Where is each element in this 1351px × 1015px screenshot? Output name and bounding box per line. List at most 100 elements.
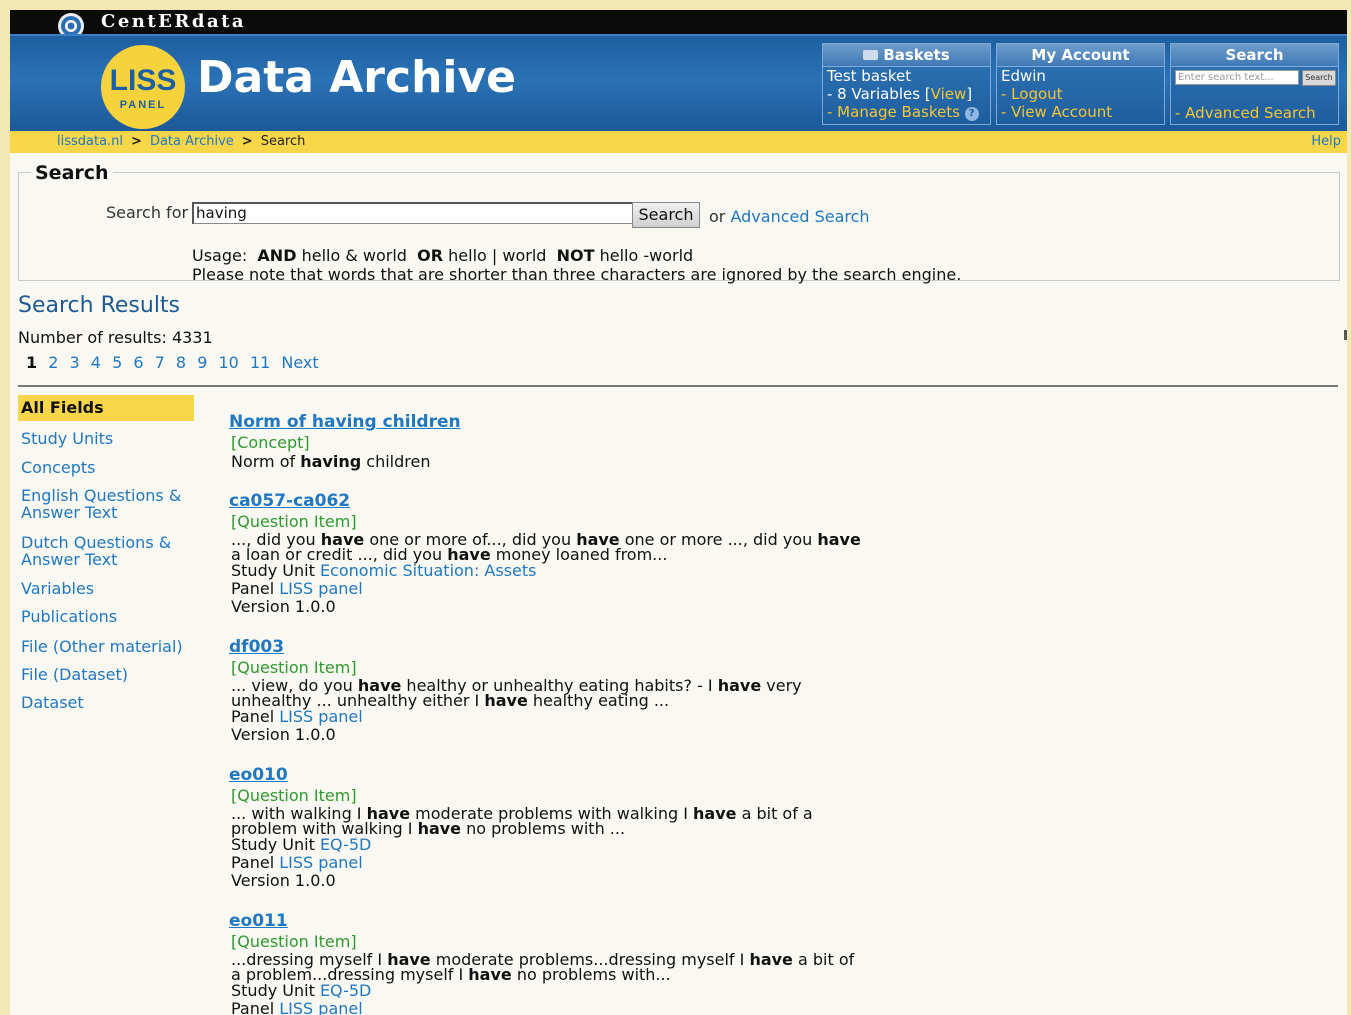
- result-title-link[interactable]: Norm of having children: [229, 411, 869, 433]
- pagination: 1 2 3 4 5 6 7 8 9 10 11 Next: [26, 353, 325, 372]
- company-name: CentERdata: [101, 11, 247, 32]
- study-unit-link[interactable]: Economic Situation: Assets: [320, 561, 537, 580]
- panel-link[interactable]: LISS panel: [279, 853, 362, 872]
- page-link[interactable]: 10: [218, 353, 238, 372]
- page-link[interactable]: 11: [250, 353, 270, 372]
- sidebar-item-publications[interactable]: Publications: [18, 603, 194, 631]
- advanced-search-link[interactable]: Advanced Search: [730, 207, 869, 226]
- help-link[interactable]: Help: [1311, 131, 1341, 153]
- basket-view-link[interactable]: View: [931, 85, 967, 103]
- result-panel: Panel LISS panel: [231, 707, 363, 726]
- page-link[interactable]: 9: [197, 353, 207, 372]
- search-button[interactable]: Search: [632, 202, 700, 228]
- sidebar-item-file-other[interactable]: File (Other material): [18, 633, 194, 661]
- result-type: [Question Item]: [231, 786, 357, 805]
- sidebar-item-file-dataset[interactable]: File (Dataset): [18, 661, 194, 689]
- svg-text:PANEL: PANEL: [120, 99, 166, 111]
- result-version: Version 1.0.0: [231, 871, 336, 890]
- result-type: [Question Item]: [231, 512, 357, 531]
- divider: [18, 385, 1338, 387]
- svg-text:LISS: LISS: [110, 64, 177, 97]
- manage-baskets-link[interactable]: - Manage Baskets: [827, 103, 960, 121]
- account-box: My Account Edwin - Logout - View Account: [996, 43, 1165, 125]
- breadcrumb-separator: >: [131, 134, 142, 149]
- result-study-unit: Study Unit EQ-5D: [231, 835, 372, 854]
- page-link[interactable]: 5: [112, 353, 122, 372]
- results-count: Number of results: 4331: [18, 328, 213, 347]
- page-link[interactable]: 2: [48, 353, 58, 372]
- page-link[interactable]: 8: [176, 353, 186, 372]
- header-search-button[interactable]: Search: [1302, 70, 1336, 86]
- results-title: Search Results: [18, 293, 181, 318]
- search-input[interactable]: having: [192, 202, 633, 224]
- result-title-link[interactable]: df003: [229, 636, 869, 658]
- result-snippet: ... view, do you have healthy or unhealt…: [231, 676, 802, 710]
- list-item: eo010 [Question Item] ... with walking I…: [229, 764, 869, 890]
- sidebar-item-variables[interactable]: Variables: [18, 575, 194, 603]
- or-text: or: [709, 207, 726, 226]
- list-item: df003 [Question Item] ... view, do you h…: [229, 636, 869, 744]
- baskets-title: Baskets: [823, 44, 990, 67]
- header-search-box: Search Enter search text... Search - Adv…: [1170, 43, 1339, 125]
- page: CentERdata LISS PANEL Data Archive Baske…: [10, 10, 1347, 1015]
- search-label: Search for: [106, 203, 189, 222]
- header-search-title: Search: [1171, 44, 1338, 67]
- result-title-link[interactable]: ca057-ca062: [229, 490, 869, 512]
- results-list: Norm of having children [Concept] Norm o…: [229, 411, 869, 1015]
- scrollbar[interactable]: [1344, 330, 1347, 340]
- result-version: Version 1.0.0: [231, 725, 336, 744]
- page-link[interactable]: 6: [133, 353, 143, 372]
- breadcrumb-current: Search: [260, 134, 306, 149]
- sidebar-item-all-fields[interactable]: All Fields: [18, 395, 194, 421]
- panel-link[interactable]: LISS panel: [279, 999, 362, 1015]
- basket-icon: [863, 50, 879, 60]
- breadcrumb-data-archive[interactable]: Data Archive: [150, 134, 234, 149]
- basket-variables: - 8 Variables [View]: [827, 85, 973, 103]
- basket-name: Test basket: [827, 67, 912, 85]
- info-icon[interactable]: ?: [964, 107, 979, 121]
- search-legend: Search: [31, 162, 113, 184]
- sidebar-item-study-units[interactable]: Study Units: [18, 425, 194, 453]
- header-search-input[interactable]: Enter search text...: [1175, 70, 1299, 85]
- field-filter-sidebar: All Fields Study Units Concepts English …: [18, 395, 194, 717]
- breadcrumb: lissdata.nl > Data Archive > Search Help: [10, 131, 1347, 153]
- logout-link[interactable]: - Logout: [1001, 85, 1063, 103]
- view-account-link[interactable]: - View Account: [1001, 103, 1112, 121]
- panel-link[interactable]: LISS panel: [279, 707, 362, 726]
- panel-link[interactable]: LISS panel: [279, 579, 362, 598]
- search-form: Search Search for having Search or Advan…: [18, 162, 1340, 284]
- list-item: eo011 [Question Item] ...dressing myself…: [229, 910, 869, 1015]
- top-bar: CentERdata: [10, 10, 1347, 39]
- header-advanced-search-link[interactable]: - Advanced Search: [1175, 104, 1316, 122]
- page-link[interactable]: 3: [70, 353, 80, 372]
- sidebar-item-english-questions[interactable]: English Questions & Answer Text: [18, 482, 194, 526]
- baskets-box: Baskets Test basket - 8 Variables [View]…: [822, 43, 991, 125]
- site-title: Data Archive: [197, 52, 517, 103]
- result-study-unit: Study Unit EQ-5D: [231, 981, 372, 1000]
- result-snippet: ... with walking I have moderate problem…: [231, 804, 813, 838]
- study-unit-link[interactable]: EQ-5D: [320, 835, 371, 854]
- search-note: Please note that words that are shorter …: [192, 265, 962, 284]
- page-link[interactable]: 4: [91, 353, 101, 372]
- sidebar-item-dutch-questions[interactable]: Dutch Questions & Answer Text: [18, 529, 194, 573]
- result-title-link[interactable]: eo010: [229, 764, 869, 786]
- sidebar-item-concepts[interactable]: Concepts: [18, 454, 194, 482]
- result-panel: Panel LISS panel: [231, 853, 363, 872]
- sidebar-item-dataset[interactable]: Dataset: [18, 689, 194, 717]
- result-panel: Panel LISS panel: [229, 1000, 869, 1015]
- liss-panel-logo[interactable]: LISS PANEL: [100, 44, 186, 130]
- page-next-link[interactable]: Next: [281, 353, 318, 372]
- result-title-link[interactable]: eo011: [229, 910, 869, 932]
- page-link[interactable]: 7: [155, 353, 165, 372]
- page-current: 1: [26, 353, 38, 372]
- result-snippet: ..., did you have one or more of..., did…: [231, 530, 861, 564]
- result-study-unit: Study Unit Economic Situation: Assets: [231, 561, 537, 580]
- account-user: Edwin: [1001, 67, 1046, 85]
- list-item: ca057-ca062 [Question Item] ..., did you…: [229, 490, 869, 616]
- search-usage: Usage: AND hello & world OR hello | worl…: [192, 246, 962, 284]
- study-unit-link[interactable]: EQ-5D: [320, 981, 371, 1000]
- result-type: [Question Item]: [231, 658, 357, 677]
- list-item: Norm of having children [Concept] Norm o…: [229, 411, 869, 470]
- result-snippet: ...dressing myself I have moderate probl…: [231, 950, 855, 984]
- breadcrumb-home[interactable]: lissdata.nl: [57, 134, 123, 149]
